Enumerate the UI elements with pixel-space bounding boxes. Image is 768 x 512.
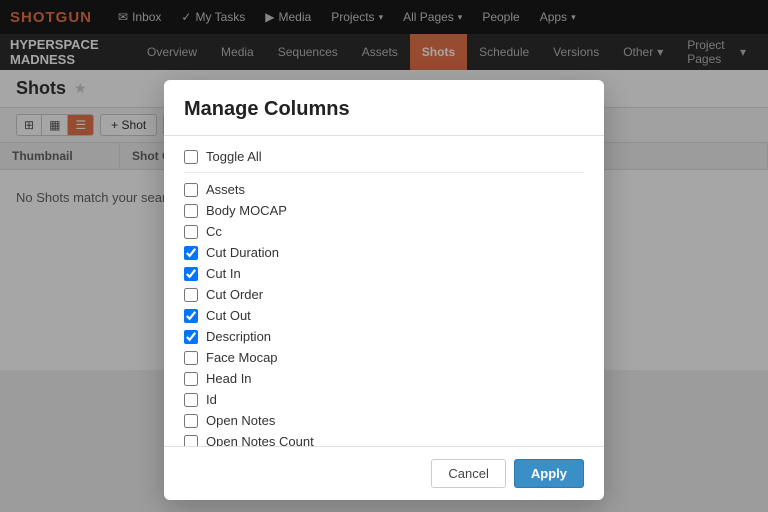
column-item-head-in[interactable]: Head In: [184, 368, 584, 389]
face-mocap-label[interactable]: Face Mocap: [206, 350, 278, 365]
column-item-id[interactable]: Id: [184, 389, 584, 410]
column-item-cut-in[interactable]: Cut In: [184, 263, 584, 284]
head-in-label[interactable]: Head In: [206, 371, 252, 386]
column-item-cc[interactable]: Cc: [184, 221, 584, 242]
cc-checkbox[interactable]: [184, 225, 198, 239]
id-checkbox[interactable]: [184, 393, 198, 407]
face-mocap-checkbox[interactable]: [184, 351, 198, 365]
assets-checkbox[interactable]: [184, 183, 198, 197]
apply-button[interactable]: Apply: [514, 459, 584, 488]
modal-overlay: Manage Columns Toggle All Assets Body MO…: [0, 0, 768, 512]
column-item-cut-out[interactable]: Cut Out: [184, 305, 584, 326]
cut-in-label[interactable]: Cut In: [206, 266, 241, 281]
modal-title: Manage Columns: [184, 98, 584, 121]
head-in-checkbox[interactable]: [184, 372, 198, 386]
toggle-all-label[interactable]: Toggle All: [206, 149, 262, 164]
open-notes-checkbox[interactable]: [184, 414, 198, 428]
body-mocap-checkbox[interactable]: [184, 204, 198, 218]
assets-label[interactable]: Assets: [206, 182, 245, 197]
column-item-open-notes-count[interactable]: Open Notes Count: [184, 431, 584, 446]
cut-duration-label[interactable]: Cut Duration: [206, 245, 279, 260]
cut-out-checkbox[interactable]: [184, 309, 198, 323]
modal-header: Manage Columns: [164, 80, 604, 136]
open-notes-label[interactable]: Open Notes: [206, 413, 275, 428]
cancel-button[interactable]: Cancel: [431, 459, 505, 488]
column-item-open-notes[interactable]: Open Notes: [184, 410, 584, 431]
cut-out-label[interactable]: Cut Out: [206, 308, 251, 323]
description-checkbox[interactable]: [184, 330, 198, 344]
manage-columns-modal: Manage Columns Toggle All Assets Body MO…: [164, 80, 604, 500]
cut-order-checkbox[interactable]: [184, 288, 198, 302]
body-mocap-label[interactable]: Body MOCAP: [206, 203, 287, 218]
cut-duration-checkbox[interactable]: [184, 246, 198, 260]
column-item-toggle-all[interactable]: Toggle All: [184, 146, 584, 173]
cut-order-label[interactable]: Cut Order: [206, 287, 263, 302]
description-label[interactable]: Description: [206, 329, 271, 344]
cut-in-checkbox[interactable]: [184, 267, 198, 281]
open-notes-count-label[interactable]: Open Notes Count: [206, 434, 314, 446]
column-item-assets[interactable]: Assets: [184, 179, 584, 200]
column-item-body-mocap[interactable]: Body MOCAP: [184, 200, 584, 221]
column-item-description[interactable]: Description: [184, 326, 584, 347]
open-notes-count-checkbox[interactable]: [184, 435, 198, 447]
modal-footer: Cancel Apply: [164, 446, 604, 500]
id-label[interactable]: Id: [206, 392, 217, 407]
column-item-cut-duration[interactable]: Cut Duration: [184, 242, 584, 263]
modal-body[interactable]: Toggle All Assets Body MOCAP Cc Cut Dura…: [164, 136, 604, 446]
toggle-all-checkbox[interactable]: [184, 150, 198, 164]
column-item-cut-order[interactable]: Cut Order: [184, 284, 584, 305]
column-item-face-mocap[interactable]: Face Mocap: [184, 347, 584, 368]
cc-label[interactable]: Cc: [206, 224, 222, 239]
